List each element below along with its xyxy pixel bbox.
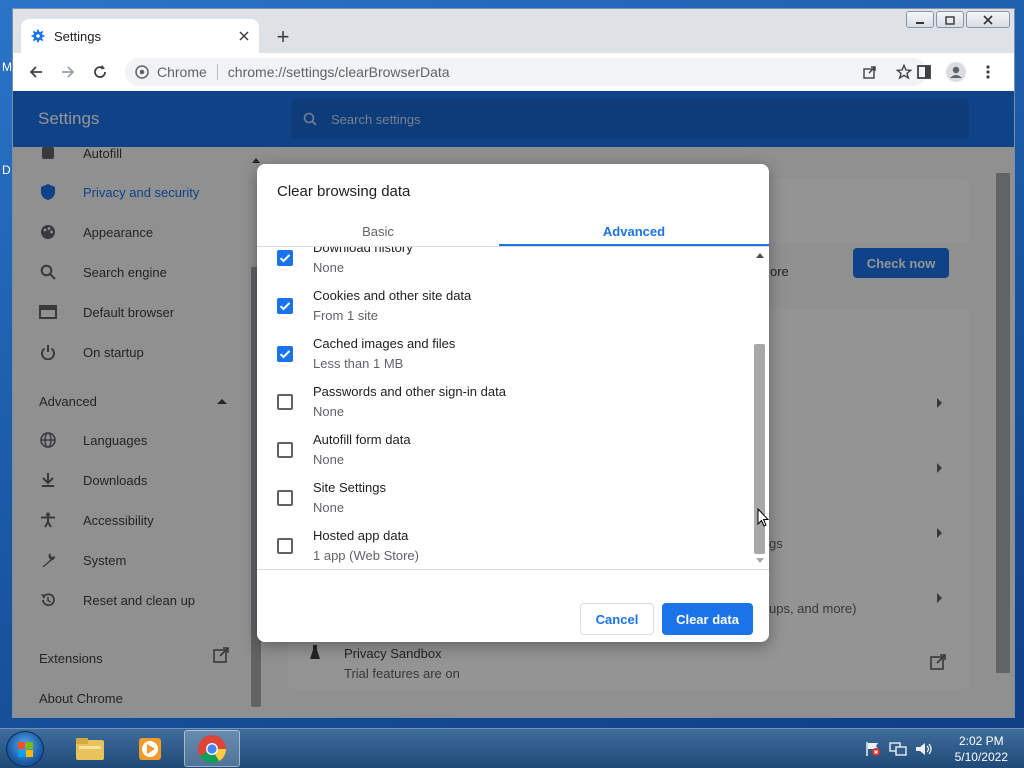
- network-icon[interactable]: [888, 741, 907, 757]
- data-type-list: Download history None Cookies and other …: [257, 247, 751, 569]
- taskbar: 2:02 PM 5/10/2022: [0, 728, 1024, 768]
- option-label: Autofill form data: [313, 432, 411, 447]
- mouse-cursor-icon: [757, 508, 769, 527]
- checkmark-icon: [279, 254, 291, 263]
- side-panel-button[interactable]: [909, 57, 939, 87]
- checkbox-checked[interactable]: [277, 346, 293, 362]
- option-hosted-app-data[interactable]: Hosted app data 1 app (Web Store): [257, 528, 751, 569]
- option-detail: 1 app (Web Store): [313, 548, 419, 563]
- option-label: Download history: [313, 247, 413, 255]
- omnibox-site-chip: Chrome: [157, 64, 207, 80]
- option-label: Hosted app data: [313, 528, 409, 543]
- tab-advanced[interactable]: Advanced: [499, 216, 769, 246]
- checkbox-unchecked[interactable]: [277, 394, 293, 410]
- menu-button[interactable]: [973, 57, 1003, 87]
- checkbox-unchecked[interactable]: [277, 490, 293, 506]
- checkbox-checked[interactable]: [277, 250, 293, 266]
- chrome-logo-icon: [198, 734, 226, 763]
- tab-close-icon[interactable]: [239, 31, 249, 41]
- option-detail: Less than 1 MB: [313, 356, 404, 371]
- checkmark-icon: [279, 302, 291, 311]
- forward-button[interactable]: [53, 57, 83, 87]
- reload-button[interactable]: [85, 57, 115, 87]
- scroll-down-arrow-icon[interactable]: [756, 558, 764, 563]
- restore-button[interactable]: [936, 11, 964, 28]
- window-controls: [906, 11, 1010, 28]
- taskbar-media-player[interactable]: [122, 730, 178, 767]
- media-player-icon: [139, 737, 161, 760]
- checkmark-icon: [279, 350, 291, 359]
- checkbox-unchecked[interactable]: [277, 538, 293, 554]
- minimize-icon: [916, 21, 924, 24]
- folder-icon: [76, 737, 104, 760]
- close-window-button[interactable]: [966, 11, 1010, 28]
- option-label: Site Settings: [313, 480, 386, 495]
- plus-icon: +: [276, 24, 290, 49]
- checkbox-checked[interactable]: [277, 298, 293, 314]
- clear-data-button[interactable]: Clear data: [662, 603, 753, 635]
- new-tab-button[interactable]: +: [269, 23, 297, 51]
- avatar-icon: [946, 62, 966, 82]
- tab-title: Settings: [54, 28, 101, 44]
- option-label: Passwords and other sign-in data: [313, 384, 506, 399]
- option-detail: From 1 site: [313, 308, 379, 323]
- taskbar-file-explorer[interactable]: [62, 730, 118, 767]
- taskbar-clock[interactable]: 2:02 PM 5/10/2022: [955, 733, 1008, 765]
- footer-divider: [257, 569, 769, 570]
- tab-settings[interactable]: Settings: [21, 19, 259, 53]
- checkbox-unchecked[interactable]: [277, 442, 293, 458]
- option-detail: None: [313, 260, 345, 275]
- cancel-button[interactable]: Cancel: [580, 603, 654, 635]
- restore-icon: [945, 15, 955, 25]
- reload-icon: [94, 65, 106, 78]
- back-arrow-icon: [29, 66, 42, 78]
- scroll-up-arrow-icon[interactable]: [756, 253, 764, 258]
- gear-icon: [31, 29, 45, 43]
- option-detail: None: [313, 452, 345, 467]
- action-center-flag-icon[interactable]: [865, 741, 881, 757]
- start-button[interactable]: [6, 731, 44, 767]
- dialog-title: Clear browsing data: [277, 183, 411, 200]
- system-tray: 2:02 PM 5/10/2022: [865, 729, 1008, 768]
- toolbar: Chrome chrome://settings/clearBrowserDat…: [13, 53, 1014, 91]
- close-icon: [983, 14, 993, 25]
- desktop-icon-label-d[interactable]: D: [2, 163, 11, 177]
- share-button[interactable]: [855, 57, 885, 87]
- option-label: Cookies and other site data: [313, 288, 472, 303]
- kebab-menu-icon: [986, 65, 990, 79]
- browser-window: Settings + Chrome chrome://settings/clea…: [12, 8, 1015, 718]
- clock-time: 2:02 PM: [958, 734, 1004, 748]
- clock-date: 5/10/2022: [954, 750, 1008, 764]
- share-icon: [863, 66, 876, 79]
- side-panel-icon: [917, 65, 931, 79]
- option-label: Cached images and files: [313, 336, 456, 351]
- forward-arrow-icon: [62, 66, 75, 78]
- back-button[interactable]: [21, 57, 51, 87]
- omnibox-url: chrome://settings/clearBrowserData: [227, 64, 450, 80]
- volume-icon[interactable]: [915, 741, 933, 757]
- option-detail: None: [313, 404, 345, 419]
- minimize-button[interactable]: [906, 11, 934, 28]
- omnibox-separator: [216, 64, 218, 80]
- profile-button[interactable]: [941, 57, 971, 87]
- windows-logo-icon: [18, 742, 33, 757]
- option-detail: None: [313, 500, 345, 515]
- taskbar-chrome[interactable]: [184, 730, 240, 767]
- clear-browsing-data-dialog: Clear browsing data Basic Advanced Downl…: [257, 164, 769, 642]
- tab-basic[interactable]: Basic: [257, 216, 499, 246]
- chrome-site-icon: [135, 65, 149, 79]
- address-bar[interactable]: Chrome chrome://settings/clearBrowserDat…: [125, 58, 927, 86]
- desktop-icon-label-m[interactable]: M: [2, 60, 12, 74]
